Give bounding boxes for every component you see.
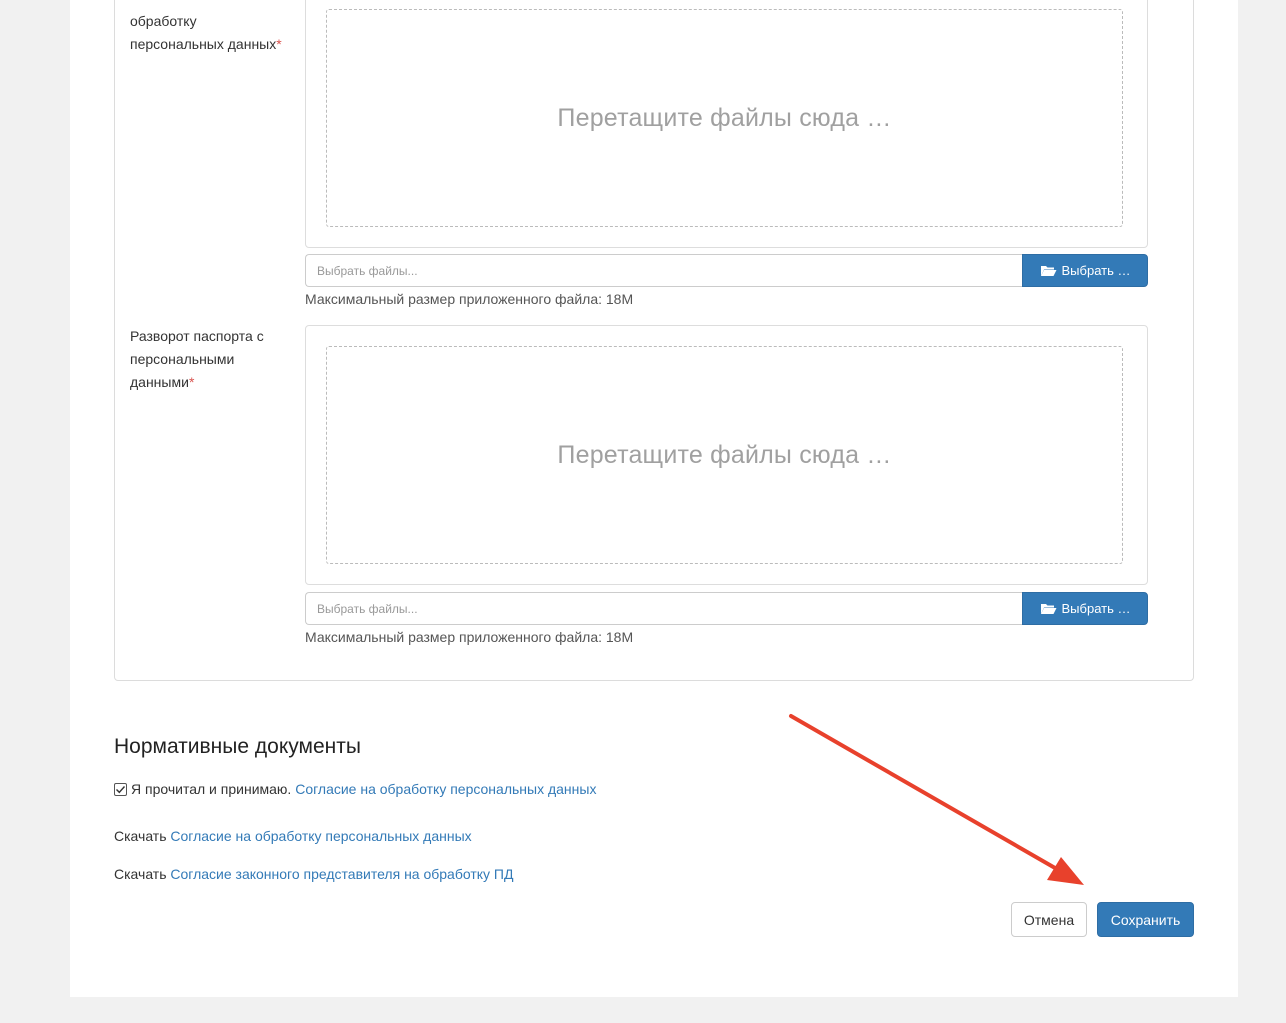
- drop-zone-text: Перетащите файлы сюда …: [557, 103, 892, 132]
- browse-button-label: Выбрать …: [1061, 263, 1131, 278]
- check-icon: [116, 785, 126, 793]
- drop-zone-text: Перетащите файлы сюда …: [557, 440, 892, 469]
- field-label-passport: Разворот паспорта с персональными данным…: [130, 325, 290, 394]
- agree-checkbox[interactable]: [114, 782, 127, 796]
- folder-open-icon: [1040, 603, 1057, 615]
- max-size-hint: Максимальный размер приложенного файла: …: [305, 291, 634, 307]
- file-name-input[interactable]: [305, 592, 1022, 625]
- file-name-input[interactable]: [305, 254, 1022, 287]
- required-mark: *: [188, 374, 195, 390]
- download-prefix: Скачать: [114, 828, 167, 844]
- download-link-representative[interactable]: Согласие законного представителя на обра…: [170, 866, 513, 882]
- max-size-hint: Максимальный размер приложенного файла: …: [305, 629, 634, 645]
- browse-button[interactable]: Выбрать …: [1022, 254, 1148, 287]
- required-mark: *: [276, 36, 282, 52]
- browse-button[interactable]: Выбрать …: [1022, 592, 1148, 625]
- download-row-consent: Скачать Согласие на обработку персональн…: [114, 828, 472, 844]
- download-link-consent[interactable]: Согласие на обработку персональных данны…: [170, 828, 471, 844]
- field-label-text: Разворот паспорта с персональными данным…: [130, 328, 264, 390]
- file-select-row-passport: Выбрать …: [305, 592, 1148, 625]
- drop-zone-inner: Перетащите файлы сюда …: [326, 9, 1123, 227]
- drop-zone-consent[interactable]: Перетащите файлы сюда …: [305, 0, 1148, 248]
- field-label-consent: обработку персональных данных*: [130, 10, 290, 56]
- agree-text: Я прочитал и принимаю.: [131, 781, 292, 797]
- agree-row: Я прочитал и принимаю. Согласие на обраб…: [114, 781, 596, 797]
- folder-open-icon: [1040, 265, 1057, 277]
- download-prefix: Скачать: [114, 866, 167, 882]
- cancel-button[interactable]: Отмена: [1011, 902, 1087, 937]
- file-select-row-consent: Выбрать …: [305, 254, 1148, 287]
- field-label-text: обработку персональных данных: [130, 13, 277, 52]
- section-title-normative: Нормативные документы: [114, 735, 361, 758]
- agree-link[interactable]: Согласие на обработку персональных данны…: [295, 781, 596, 797]
- download-row-representative: Скачать Согласие законного представителя…: [114, 866, 513, 882]
- save-button[interactable]: Сохранить: [1097, 902, 1194, 937]
- browse-button-label: Выбрать …: [1061, 601, 1131, 616]
- drop-zone-inner: Перетащите файлы сюда …: [326, 346, 1123, 564]
- page-gutter: [0, 0, 8, 1023]
- drop-zone-passport[interactable]: Перетащите файлы сюда …: [305, 325, 1148, 585]
